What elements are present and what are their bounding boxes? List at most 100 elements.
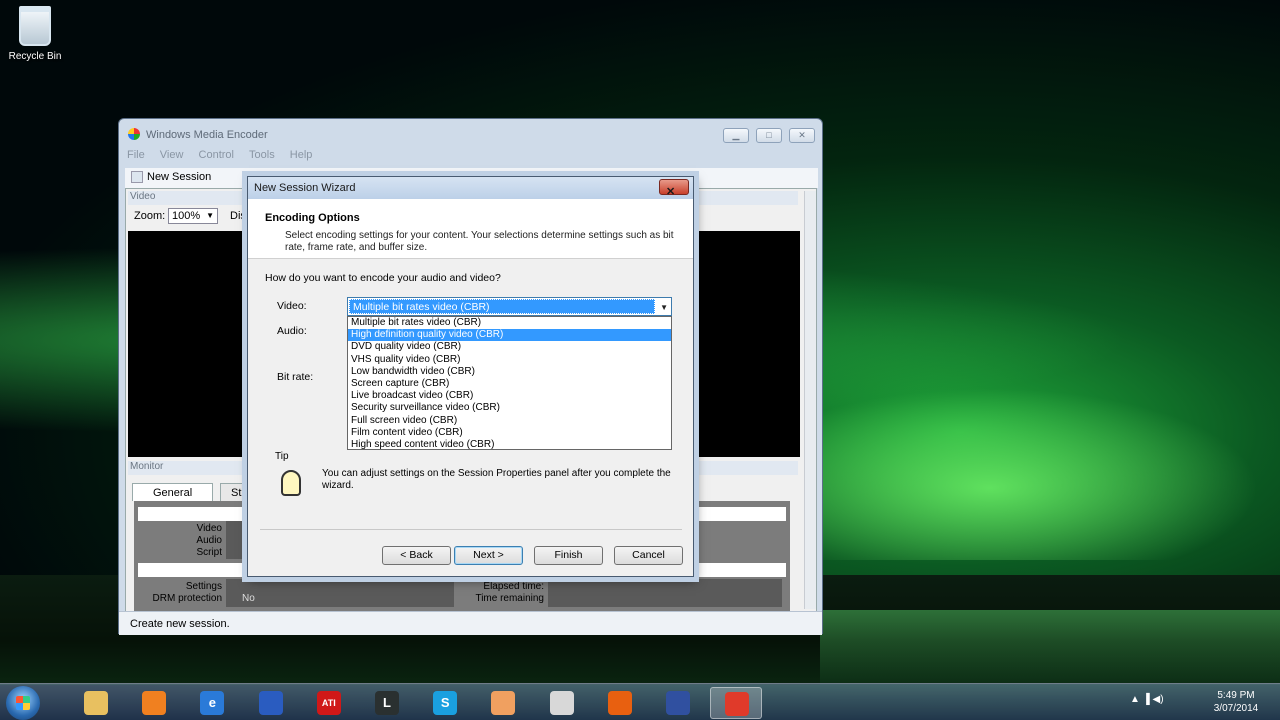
menu-control[interactable]: Control (199, 149, 234, 161)
next-button[interactable]: Next > (454, 546, 523, 565)
dropdown-option[interactable]: VHS quality video (CBR) (348, 354, 671, 366)
recycle-bin-label: Recycle Bin (8, 51, 62, 62)
dropdown-option[interactable]: Live broadcast video (CBR) (348, 390, 671, 402)
taskbar-item[interactable] (477, 687, 529, 719)
recycle-bin-icon (19, 6, 51, 46)
window-title: Windows Media Encoder (146, 129, 268, 141)
dropdown-option[interactable]: Screen capture (CBR) (348, 378, 671, 390)
dropdown-option[interactable]: DVD quality video (CBR) (348, 341, 671, 353)
status-bar: Create new session. (119, 611, 822, 635)
media-encoder-logo-icon (128, 128, 140, 140)
monitor-video-label: Video (196, 523, 222, 534)
wizard-heading: Encoding Options (265, 212, 360, 224)
start-button[interactable] (6, 686, 40, 720)
taskbar-item[interactable] (128, 687, 180, 719)
menu-bar: File View Control Tools Help (127, 149, 817, 167)
taskbar-item[interactable] (245, 687, 297, 719)
video-select-value: Multiple bit rates video (CBR) (349, 299, 655, 314)
button-separator (260, 529, 682, 530)
new-session-wizard-dialog: New Session Wizard ✕ Encoding Options Se… (247, 176, 694, 577)
wizard-header: Encoding Options Select encoding setting… (248, 199, 693, 259)
desktop-lake (820, 610, 1280, 685)
tab-general[interactable]: General (132, 483, 214, 501)
wizard-close-button[interactable]: ✕ (659, 179, 689, 198)
dropdown-option[interactable]: High definition quality video (CBR) (348, 329, 671, 342)
back-button[interactable]: < Back (382, 546, 451, 565)
recycle-bin-shortcut[interactable]: Recycle Bin (4, 6, 66, 62)
java-icon (549, 691, 574, 715)
zoom-select[interactable]: 100% ▼ (168, 208, 218, 224)
clock-time: 5:49 PM (1217, 690, 1255, 701)
video-encoding-select[interactable]: Multiple bit rates video (CBR) ▼ (347, 297, 672, 316)
taskbar-item[interactable]: L (361, 687, 413, 719)
audio-label: Audio: (277, 325, 307, 337)
monitor-script-label: Script (196, 547, 222, 558)
finish-button[interactable]: Finish (534, 546, 603, 565)
taskbar-item[interactable] (652, 687, 704, 719)
maximize-button[interactable]: □ (756, 128, 782, 143)
dropdown-option[interactable]: High speed content video (CBR) (348, 439, 671, 451)
minimize-button[interactable]: ▁ (723, 128, 749, 143)
monitor-time-cell (548, 579, 782, 607)
wizard-title-bar[interactable]: New Session Wizard ✕ (248, 177, 693, 199)
cancel-button[interactable]: Cancel (614, 546, 683, 565)
clock[interactable]: 5:49 PM 3/07/2014 (1206, 689, 1266, 715)
settings-app-icon (666, 691, 690, 715)
dropdown-option[interactable]: Full screen video (CBR) (348, 415, 671, 427)
video-encoding-dropdown-list: Multiple bit rates video (CBR) High defin… (347, 316, 672, 450)
encode-question: How do you want to encode your audio and… (265, 272, 501, 284)
lightbulb-icon (281, 470, 301, 496)
video-label: Video: (277, 300, 307, 312)
taskbar-item[interactable]: S (419, 687, 471, 719)
internet-explorer-icon: e (200, 691, 225, 715)
monitor-settings-label: Settings (185, 581, 222, 592)
league-icon: L (375, 691, 399, 715)
windows-logo-icon (16, 696, 30, 710)
taskbar-item[interactable] (536, 687, 588, 719)
new-session-label: New Session (147, 171, 212, 183)
tip-text: You can adjust settings on the Session P… (322, 468, 671, 491)
zoom-value: 100% (172, 210, 201, 222)
skype-icon: S (433, 691, 458, 715)
menu-view[interactable]: View (160, 149, 184, 161)
dropdown-option[interactable]: Security surveillance video (CBR) (348, 402, 671, 414)
taskbar-item[interactable] (70, 687, 122, 719)
menu-file[interactable]: File (127, 149, 145, 161)
new-session-button[interactable]: New Session (131, 171, 212, 184)
chrome-icon (725, 692, 750, 716)
menu-help[interactable]: Help (290, 149, 313, 161)
monitor-drm-value: No (242, 593, 255, 604)
wizard-title: New Session Wizard (254, 182, 356, 194)
system-tray[interactable]: ▲ ▐ ◀) (1130, 694, 1164, 705)
notes-app-icon (491, 691, 516, 715)
monitor-audio-label: Audio (196, 535, 222, 546)
wizard-description: Select encoding settings for your conten… (285, 230, 674, 253)
media-player-icon (142, 691, 167, 715)
firefox-icon (607, 691, 632, 715)
close-button[interactable]: ✕ (789, 128, 815, 143)
taskbar: e ATI L S ▲ ▐ ◀) 5:49 PM 3/07/2014 (0, 683, 1280, 720)
monitor-value-cell (226, 521, 246, 559)
new-session-icon (131, 171, 143, 184)
title-bar[interactable]: Windows Media Encoder ▁ □ ✕ (119, 119, 822, 149)
globe-app-icon (258, 691, 283, 715)
chevron-down-icon: ▼ (660, 303, 668, 312)
dropdown-option[interactable]: Multiple bit rates video (CBR) (348, 317, 671, 329)
status-text: Create new session. (130, 618, 230, 630)
taskbar-item[interactable] (710, 687, 763, 719)
monitor-remaining-label: Time remaining (475, 593, 544, 604)
ati-icon: ATI (316, 691, 341, 715)
tip-label: Tip (275, 451, 289, 462)
taskbar-item[interactable]: e (186, 687, 238, 719)
explorer-folder-icon (84, 691, 108, 715)
zoom-label: Zoom: (134, 210, 166, 222)
menu-tools[interactable]: Tools (249, 149, 275, 161)
dropdown-option[interactable]: Film content video (CBR) (348, 427, 671, 439)
monitor-drm-label: DRM protection (152, 593, 222, 604)
taskbar-item[interactable]: ATI (303, 687, 355, 719)
taskbar-item[interactable] (594, 687, 646, 719)
dropdown-option[interactable]: Low bandwidth video (CBR) (348, 366, 671, 378)
main-scrollbar[interactable] (804, 191, 816, 609)
chevron-down-icon: ▼ (206, 211, 214, 220)
monitor-elapsed-label: Elapsed time: (483, 581, 544, 592)
